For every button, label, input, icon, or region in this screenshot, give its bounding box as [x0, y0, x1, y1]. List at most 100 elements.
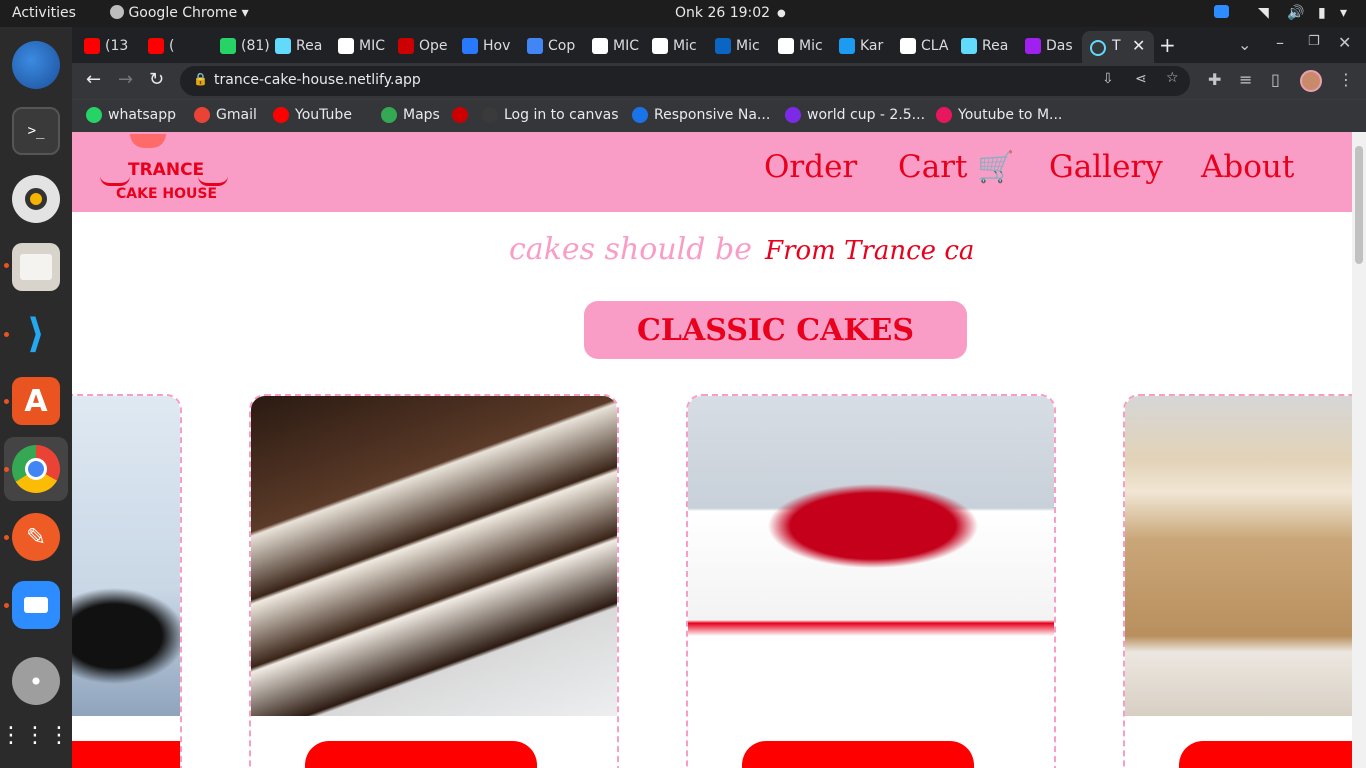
bookmark-item[interactable]: world cup - 2.5... [785, 107, 925, 123]
cake-card-button[interactable] [1179, 741, 1366, 768]
bookmark-item[interactable]: YouTube [273, 107, 352, 123]
browser-tab-label: ( [169, 38, 175, 54]
wifi-icon[interactable]: ◥ [1258, 5, 1269, 21]
browser-tab[interactable]: Mic [778, 33, 836, 59]
volume-icon[interactable]: 🔊 [1287, 5, 1304, 21]
media-queue-icon[interactable]: ≡ [1239, 70, 1252, 89]
nav-about-link[interactable]: About [1201, 149, 1294, 185]
postman-icon[interactable]: ✎ [12, 513, 60, 561]
cake-card-oreo[interactable] [72, 394, 182, 768]
share-icon[interactable]: ⋖ [1135, 71, 1147, 87]
medium-icon [900, 38, 916, 54]
close-tab-icon[interactable]: ✕ [1132, 36, 1145, 55]
close-window-icon[interactable]: ✕ [1338, 33, 1351, 52]
scrollbar-thumb[interactable] [1355, 146, 1363, 264]
files-icon[interactable] [12, 243, 60, 291]
browser-tab[interactable]: Rea [961, 33, 1019, 59]
site-logo[interactable]: TRANCE CAKE HOUSE [100, 134, 230, 208]
bookmark-label: YouTube [295, 107, 352, 123]
page-scrollbar[interactable] [1352, 132, 1366, 768]
browser-tab-label: Hov [483, 38, 511, 54]
cake-card-caramel[interactable] [1123, 394, 1366, 768]
maps-icon [381, 107, 397, 123]
thunderbird-icon[interactable] [12, 41, 60, 89]
browser-tab[interactable]: Hov [462, 33, 520, 59]
side-panel-icon[interactable]: ▯ [1271, 70, 1280, 89]
browser-tab[interactable]: MIC [338, 33, 396, 59]
browser-tab[interactable]: (13 [84, 33, 142, 59]
nav-gallery-link[interactable]: Gallery [1049, 149, 1163, 185]
back-arrow-icon[interactable]: ← [86, 69, 101, 90]
browser-tab-label: CLA [921, 38, 949, 54]
reload-icon[interactable]: ↻ [149, 69, 164, 90]
linkedin-icon [715, 38, 731, 54]
bookmark-item[interactable]: Log in to canvas [482, 107, 618, 123]
logo-line1: TRANCE [128, 160, 205, 180]
cake-card-button[interactable] [305, 741, 537, 768]
activities-button[interactable]: Activities [12, 5, 76, 21]
new-tab-icon[interactable]: + [1159, 33, 1176, 57]
minimize-icon[interactable]: – [1276, 33, 1284, 52]
ubuntu-dock: >_ ⟩ A ✎ ⋮⋮⋮ [0, 27, 72, 768]
profile-avatar[interactable] [1300, 70, 1322, 92]
browser-tab[interactable]: Ope [398, 33, 456, 59]
browser-tab[interactable]: (81) [220, 33, 278, 59]
browser-tab[interactable]: ( [148, 33, 206, 59]
address-bar[interactable]: 🔒 trance-cake-house.netlify.app ⇩ ⋖ ☆ [180, 66, 1190, 96]
bookmark-item[interactable]: whatsapp [86, 107, 176, 123]
cake-card-red-drip[interactable] [686, 394, 1056, 768]
browser-tab-label: MIC [613, 38, 639, 54]
running-indicator [4, 399, 9, 404]
codingninjas-icon [632, 107, 648, 123]
chrome-small-icon [110, 5, 124, 19]
app-name: Google Chrome [128, 5, 238, 21]
browser-tab[interactable]: Kar [839, 33, 897, 59]
react-icon [275, 38, 291, 54]
bookmark-star-icon[interactable]: ☆ [1166, 70, 1179, 86]
browser-tab[interactable]: Das [1025, 33, 1083, 59]
clock[interactable]: Onk 26 19:02 [675, 5, 770, 21]
bookmark-item[interactable]: Maps [381, 107, 440, 123]
disc-icon[interactable] [12, 657, 60, 705]
zoom-icon[interactable] [12, 581, 60, 629]
youtube-icon [148, 38, 164, 54]
zoom-tray-icon[interactable] [1214, 5, 1229, 22]
bookmark-item[interactable]: Youtube to M... [936, 107, 1062, 123]
globe-icon [652, 38, 668, 54]
cake-card-button[interactable] [742, 741, 974, 768]
bookmark-item[interactable]: Gmail [194, 107, 257, 123]
forward-arrow-icon[interactable]: → [118, 69, 133, 90]
extensions-puzzle-icon[interactable]: ✚ [1208, 70, 1221, 89]
browser-tab[interactable]: CLA [900, 33, 958, 59]
browser-tab[interactable]: Mic [652, 33, 710, 59]
bookmark-label: Maps [403, 107, 440, 123]
bookmark-item[interactable] [452, 107, 474, 123]
browser-tab[interactable]: Mic [715, 33, 773, 59]
tab-search-chevron-icon[interactable]: ⌄ [1238, 35, 1251, 54]
rhythmbox-icon[interactable] [12, 175, 60, 223]
chrome-icon[interactable] [12, 445, 60, 493]
bookmark-item[interactable]: Responsive Na... [632, 107, 770, 123]
install-app-icon[interactable]: ⇩ [1102, 71, 1114, 87]
nav-order-link[interactable]: Order [764, 149, 857, 185]
gmail-icon [194, 107, 210, 123]
active-tab[interactable]: T ✕ [1082, 31, 1154, 63]
browser-toolbar: ← → ↻ 🔒 trance-cake-house.netlify.app ⇩ … [72, 63, 1366, 99]
terminal-icon[interactable]: >_ [12, 107, 60, 155]
battery-icon[interactable]: ▮ [1318, 5, 1326, 21]
nav-cart-link[interactable]: Cart 🛒 [898, 149, 1015, 185]
browser-tab[interactable]: Rea [275, 33, 333, 59]
maximize-icon[interactable]: ❐ [1308, 34, 1320, 49]
notification-dot-icon: ● [777, 8, 786, 19]
cake-card-button[interactable] [72, 741, 180, 768]
cake-card-marble[interactable] [249, 394, 619, 768]
vscode-icon[interactable]: ⟩ [12, 310, 60, 358]
software-center-icon[interactable]: A [12, 377, 60, 425]
system-menu-chevron-icon[interactable]: ▾ [1340, 5, 1347, 21]
kebab-menu-icon[interactable]: ⋮ [1338, 70, 1354, 89]
browser-tab[interactable]: Cop [527, 33, 585, 59]
browser-tab[interactable]: MIC [592, 33, 650, 59]
show-apps-grid-icon[interactable]: ⋮⋮⋮ [0, 711, 70, 759]
hand-icon [778, 38, 794, 54]
app-menu[interactable]: Google Chrome ▾ [110, 5, 249, 21]
